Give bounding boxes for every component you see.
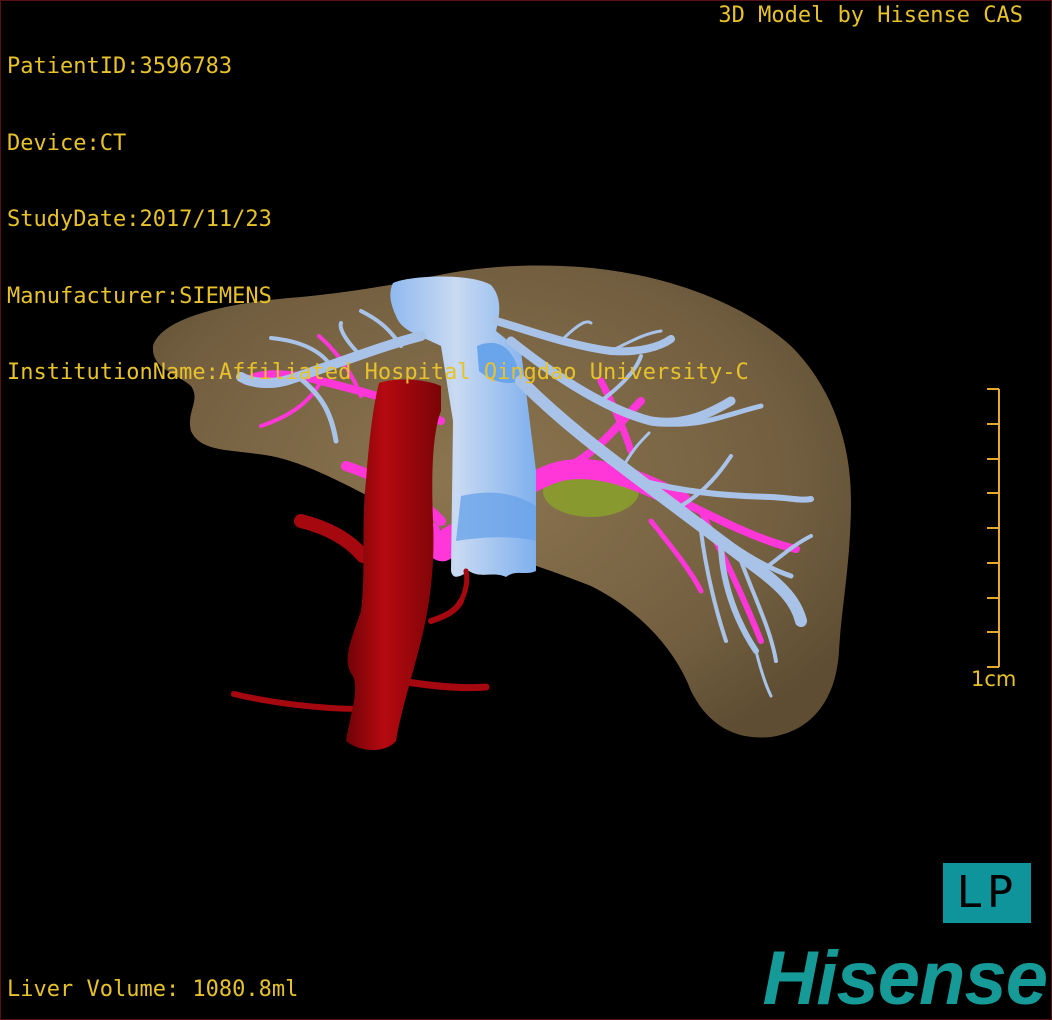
3d-viewport[interactable]: PatientID:3596783 Device:CT StudyDate:20… — [0, 0, 1052, 1020]
orientation-indicator[interactable]: LP — [943, 863, 1031, 923]
ivc-shading-lower — [456, 492, 536, 541]
manufacturer-text: Manufacturer:SIEMENS — [7, 283, 272, 309]
study-date-text: StudyDate:2017/11/23 — [7, 207, 272, 232]
patient-id-text: PatientID:3596783 — [7, 54, 233, 79]
scale-bar-label: 1cm — [971, 667, 1017, 691]
patient-info-overlay: PatientID:3596783 Device:CT StudyDate:20… — [7, 3, 749, 437]
hisense-logo: Hisense — [762, 936, 1048, 1020]
scale-bar — [987, 388, 1000, 668]
institution-text: InstitutionName:Affiliated Hospital Qing… — [7, 360, 749, 385]
device-text: Device:CT — [7, 130, 127, 156]
liver-volume-text: Liver Volume: 1080.8ml — [7, 977, 299, 1002]
model-credit-text: 3D Model by Hisense CAS — [718, 3, 1023, 28]
